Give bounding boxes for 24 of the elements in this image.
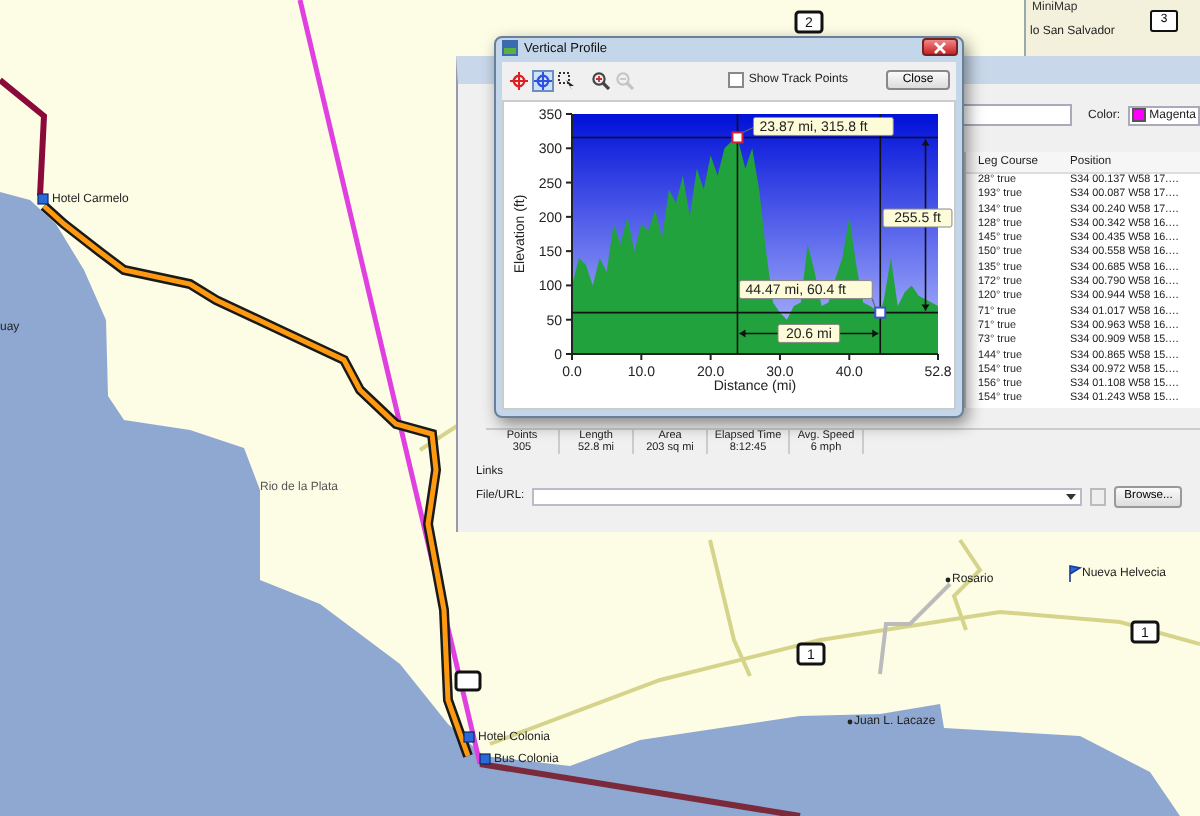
select-area-tool[interactable] [556, 69, 578, 91]
zoom-in-tool[interactable] [590, 69, 612, 91]
app-icon [502, 40, 518, 56]
flag-icon [1069, 565, 1083, 583]
road-shield [454, 670, 482, 692]
point-marker [874, 306, 887, 319]
name-field[interactable] [959, 104, 1072, 126]
crosshair-icon [534, 71, 552, 89]
close-icon [934, 41, 946, 53]
magnifier-icon [616, 71, 634, 89]
poi-icon [37, 193, 49, 205]
town-dot-icon [847, 719, 853, 725]
close-button[interactable] [922, 38, 958, 56]
dropdown-arrow-icon [1066, 493, 1077, 500]
magnifier-icon [592, 71, 610, 89]
pointer-icon [558, 71, 576, 89]
point-marker [731, 131, 744, 144]
select-point-tool[interactable] [532, 69, 554, 91]
crosshair-icon [510, 71, 528, 89]
straight-route-line [0, 77, 48, 197]
file-url-field[interactable] [532, 487, 1083, 506]
checkbox[interactable] [728, 72, 745, 88]
add-point-tool[interactable] [508, 69, 530, 91]
town-dot-icon [945, 577, 951, 583]
